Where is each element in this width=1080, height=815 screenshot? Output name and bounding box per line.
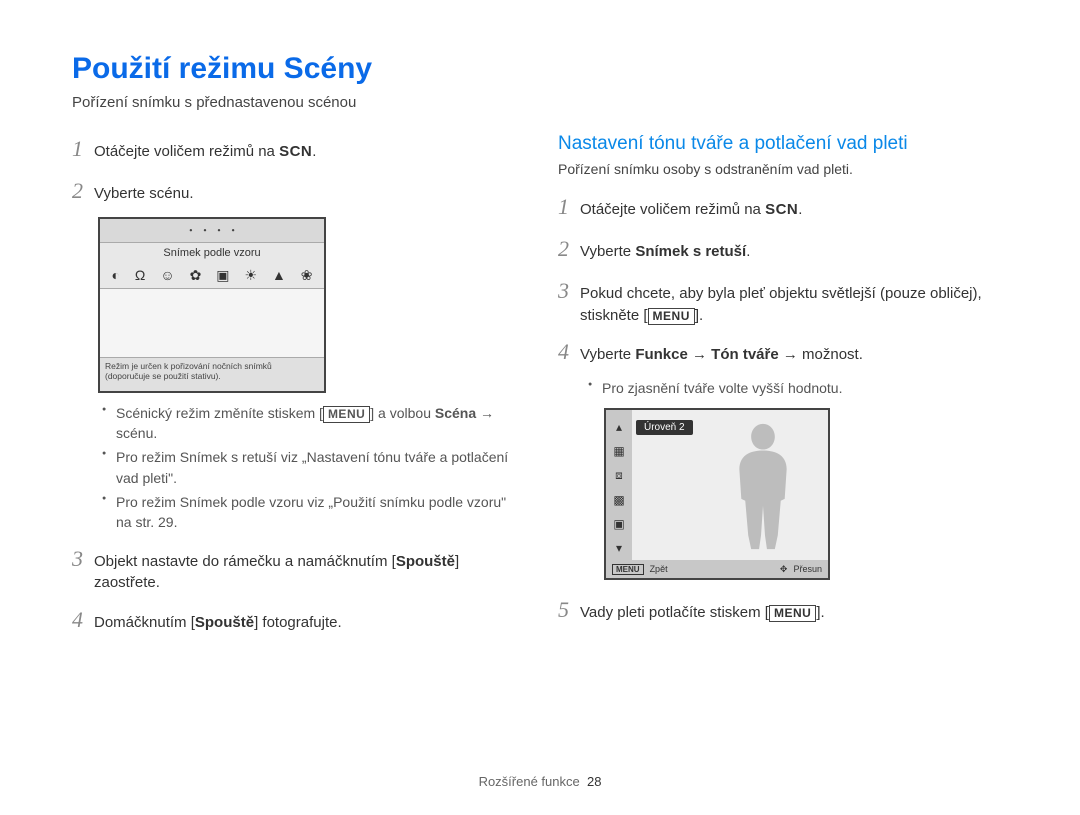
menu-button-label: MENU [323,406,370,423]
step-text: Otáčejte voličem režimů na SCN. [94,141,316,163]
s1-icon-row: ◐ Ω ☺ ✿ ▣ ☀ ▲ ❀ [100,263,324,289]
step-number: 3 [558,275,580,307]
right-bullets: Pro zjasnění tváře volte vyšší hodnotu. [558,378,996,398]
scene-icon: ▲ [272,267,286,283]
s1-title: Snímek podle vzoru [100,243,324,263]
right-step-3: 3 Pokud chcete, aby byla pleť objektu sv… [558,275,996,327]
section-heading: Nastavení tónu tváře a potlačení vad ple… [558,133,996,155]
page-subtitle: Pořízení snímku s přednastavenou scénou [72,94,1008,111]
level-badge: Úroveň 2 [636,420,693,435]
step-text: Vyberte scénu. [94,183,194,205]
scene-icon: Ω [135,267,145,283]
side-icon: ▩ [613,493,624,507]
bullet-item: Pro režim Snímek s retuší viz „Nastavení… [102,447,510,488]
step-text: Pokud chcete, aby byla pleť objektu svět… [580,283,996,327]
scene-icon: ☺ [160,267,174,283]
scn-label: SCN [765,201,798,218]
step-number: 1 [558,191,580,223]
step-number: 5 [558,594,580,626]
s2-sidebar: ▴ ▦ ⧈ ▩ ▣ ▾ [606,410,632,578]
s2-bottombar: MENU Zpět ✥ Přesun [606,560,828,578]
dpad-icon: ✥ [780,564,788,575]
right-step-4: 4 Vyberte Funkce → Tón tváře → možnost. [558,336,996,368]
step-text: Objekt nastavte do rámečku a namáčknutím… [94,551,510,595]
scene-icon: ◐ [111,267,119,283]
menu-button-label: MENU [612,564,644,575]
right-column: Nastavení tónu tváře a potlačení vad ple… [558,133,996,646]
camera-screenshot-retouch: ▴ ▦ ⧈ ▩ ▣ ▾ Úroveň 2 MENU Zpět [604,408,830,580]
left-step-1: 1 Otáčejte voličem režimů na SCN. [72,133,510,165]
step-text: Vyberte Funkce → Tón tváře → možnost. [580,344,863,366]
step-text: Vady pleti potlačíte stiskem [MENU]. [580,602,825,624]
page-footer: Rozšířené funkce 28 [0,774,1080,789]
left-bullets: Scénický režim změníte stiskem [MENU] a … [72,403,510,533]
step-number: 4 [72,604,94,636]
menu-button-label: MENU [648,308,695,325]
columns: 1 Otáčejte voličem režimů na SCN. 2 Vybe… [72,133,1008,646]
scene-icon: ☀ [244,267,257,284]
section-subtitle: Pořízení snímku osoby s odstraněním vad … [558,161,996,177]
right-step-2: 2 Vyberte Snímek s retuší. [558,233,996,265]
footer-section: Rozšířené funkce [479,774,580,789]
manual-page: Použití režimu Scény Pořízení snímku s p… [0,0,1080,815]
left-step-3: 3 Objekt nastavte do rámečku a namáčknut… [72,543,510,595]
s1-helptext: Režim je určen k pořizování nočních sním… [100,357,324,391]
side-icon: ⧈ [615,468,623,483]
left-step-4: 4 Domáčknutím [Spouště] fotografujte. [72,604,510,636]
move-label: Přesun [793,564,822,574]
step-number: 1 [72,133,94,165]
menu-button-label: MENU [769,605,816,622]
s1-statusbar: ・ ・ ・ ・ [100,219,324,243]
arrow-up-icon: ▴ [616,420,622,434]
step-number: 4 [558,336,580,368]
bullet-item: Pro režim Snímek podle vzoru viz „Použit… [102,492,510,533]
arrow-down-icon: ▾ [616,541,622,555]
step-number: 2 [72,175,94,207]
left-step-2: 2 Vyberte scénu. [72,175,510,207]
scene-icon: ❀ [301,267,313,284]
right-step-1: 1 Otáčejte voličem režimů na SCN. [558,191,996,223]
side-icon: ▦ [613,444,624,458]
side-icon: ▣ [613,517,624,531]
page-number: 28 [587,774,601,789]
scn-label: SCN [279,143,312,160]
camera-screenshot-scene: ・ ・ ・ ・ Snímek podle vzoru ◐ Ω ☺ ✿ ▣ ☀ ▲… [98,217,326,393]
step-text: Vyberte Snímek s retuší. [580,241,750,263]
s1-preview [100,289,324,357]
bullet-item: Scénický režim změníte stiskem [MENU] a … [102,403,510,444]
left-column: 1 Otáčejte voličem režimů na SCN. 2 Vybe… [72,133,510,646]
page-title: Použití režimu Scény [72,52,1008,86]
bullet-item: Pro zjasnění tváře volte vyšší hodnotu. [588,378,996,398]
step-text: Otáčejte voličem režimů na SCN. [580,199,802,221]
scene-icon: ✿ [190,267,202,284]
person-silhouette [718,418,808,556]
right-step-5: 5 Vady pleti potlačíte stiskem [MENU]. [558,594,996,626]
step-text: Domáčknutím [Spouště] fotografujte. [94,612,342,634]
step-number: 2 [558,233,580,265]
step-number: 3 [72,543,94,575]
scene-icon: ▣ [216,267,229,284]
back-label: Zpět [650,564,668,574]
